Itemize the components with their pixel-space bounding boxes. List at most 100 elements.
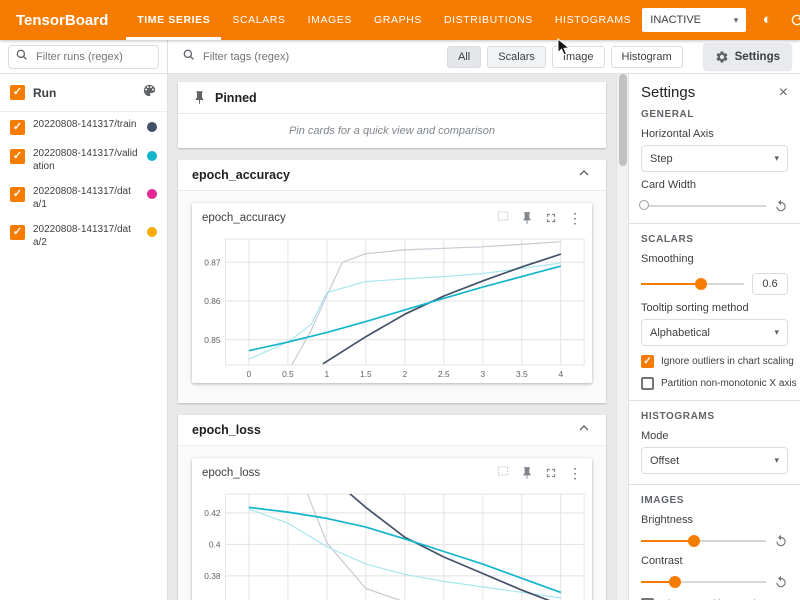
pin-icon[interactable]	[520, 211, 534, 225]
scalars-heading: SCALARS	[641, 234, 788, 245]
status-dropdown[interactable]: INACTIVE ▾	[642, 8, 746, 32]
run-item[interactable]: ✓ 20220808-141317/data/1	[0, 179, 167, 217]
chevron-down-icon: ▾	[774, 153, 779, 164]
refresh-icon[interactable]	[788, 11, 800, 29]
scrollbar-thumb[interactable]	[619, 74, 627, 166]
svg-text:0.87: 0.87	[204, 257, 221, 267]
filter-tags-box	[176, 45, 441, 69]
app-header: TensorBoard TIME SERIES SCALARS IMAGES G…	[0, 0, 800, 40]
partition-x-axis-label: Partition non-monotonic X axis	[661, 378, 797, 389]
run-color-dot	[147, 151, 157, 161]
smoothing-label: Smoothing	[641, 253, 788, 265]
run-color-dot	[147, 189, 157, 199]
chip-image[interactable]: Image	[552, 46, 605, 68]
palette-icon[interactable]	[142, 83, 157, 103]
horizontal-axis-value: Step	[650, 153, 673, 165]
search-icon	[15, 48, 28, 66]
run-item[interactable]: ✓ 20220808-141317/validation	[0, 141, 167, 179]
dashed-box-icon[interactable]	[496, 464, 510, 483]
tab-distributions[interactable]: DISTRIBUTIONS	[433, 0, 544, 40]
main-scrollbar[interactable]	[616, 74, 628, 600]
runs-header-label: Run	[33, 86, 142, 100]
tag-filter-chips: All Scalars Image Histogram	[447, 46, 683, 68]
app-title: TensorBoard	[0, 12, 126, 29]
run-checkbox[interactable]: ✓	[10, 120, 25, 135]
tab-time-series[interactable]: TIME SERIES	[126, 0, 221, 40]
svg-text:0.85: 0.85	[204, 335, 221, 345]
run-checkbox[interactable]: ✓	[10, 225, 25, 240]
more-options-icon[interactable]: ⋮	[568, 211, 582, 225]
select-all-runs-checkbox[interactable]: ✓	[10, 85, 25, 100]
smoothing-slider[interactable]	[641, 277, 744, 291]
run-item[interactable]: ✓ 20220808-141317/train	[0, 112, 167, 141]
run-checkbox[interactable]: ✓	[10, 187, 25, 202]
tab-scalars[interactable]: SCALARS	[221, 0, 296, 40]
ignore-outliers-checkbox[interactable]: ✓	[641, 355, 654, 368]
filter-runs-input[interactable]	[34, 50, 152, 64]
chip-all[interactable]: All	[447, 46, 481, 68]
smoothing-value-input[interactable]	[752, 273, 788, 295]
svg-text:2.5: 2.5	[438, 369, 450, 379]
runs-header-row: ✓ Run	[0, 74, 167, 112]
filter-runs-box	[8, 45, 159, 69]
theme-toggle-icon[interactable]: ◐	[758, 11, 776, 29]
chevron-down-icon: ▾	[774, 455, 779, 466]
chip-histogram[interactable]: Histogram	[611, 46, 683, 68]
fullscreen-icon[interactable]	[544, 211, 558, 225]
run-label: 20220808-141317/data/2	[33, 223, 139, 249]
main-content: Pinned Pin cards for a quick view and co…	[168, 74, 616, 600]
run-label: 20220808-141317/validation	[33, 147, 139, 173]
svg-text:0.38: 0.38	[204, 571, 221, 581]
general-heading: GENERAL	[641, 109, 788, 120]
section-header[interactable]: epoch_loss	[178, 415, 606, 446]
horizontal-axis-label: Horizontal Axis	[641, 128, 788, 140]
tab-graphs[interactable]: GRAPHS	[363, 0, 433, 40]
more-options-icon[interactable]: ⋮	[568, 466, 582, 480]
section-header[interactable]: epoch_accuracy	[178, 160, 606, 191]
close-icon[interactable]: ×	[779, 85, 788, 101]
svg-text:4: 4	[558, 369, 563, 379]
collapse-chevron-icon[interactable]	[576, 165, 592, 186]
settings-button-label: Settings	[735, 51, 780, 63]
card-width-slider[interactable]	[641, 199, 766, 213]
accuracy-line-chart: 00.511.522.533.540.850.860.87	[192, 233, 596, 383]
run-color-dot	[147, 122, 157, 132]
run-label: 20220808-141317/data/1	[33, 185, 139, 211]
runs-panel: ✓ Run ✓ 20220808-141317/train ✓ 20220808…	[0, 74, 168, 600]
contrast-slider[interactable]	[641, 575, 766, 589]
pin-icon[interactable]	[520, 466, 534, 480]
chevron-down-icon: ▾	[774, 327, 779, 338]
tooltip-sorting-select[interactable]: Alphabetical ▾	[641, 319, 788, 346]
reset-icon[interactable]	[774, 199, 788, 213]
svg-text:1: 1	[325, 369, 330, 379]
histogram-mode-label: Mode	[641, 430, 788, 442]
chip-scalars[interactable]: Scalars	[487, 46, 546, 68]
tooltip-sorting-value: Alphabetical	[650, 327, 710, 339]
reset-icon[interactable]	[774, 575, 788, 589]
horizontal-axis-select[interactable]: Step ▾	[641, 145, 788, 172]
run-item[interactable]: ✓ 20220808-141317/data/2	[0, 217, 167, 255]
run-checkbox[interactable]: ✓	[10, 149, 25, 164]
histogram-mode-select[interactable]: Offset ▾	[641, 447, 788, 474]
tab-images[interactable]: IMAGES	[297, 0, 363, 40]
settings-button[interactable]: Settings	[703, 43, 792, 70]
dashed-box-icon[interactable]	[496, 209, 510, 228]
loss-line-chart: 00.511.522.533.540.360.380.40.42	[192, 488, 596, 600]
svg-text:0.4: 0.4	[209, 539, 221, 549]
section-title: epoch_loss	[192, 423, 576, 437]
settings-panel: Settings × GENERAL Horizontal Axis Step …	[628, 74, 800, 600]
filter-tags-input[interactable]	[201, 50, 435, 64]
brightness-slider[interactable]	[641, 534, 766, 548]
histograms-heading: HISTOGRAMS	[641, 411, 788, 422]
tensorboard-app: TensorBoard TIME SERIES SCALARS IMAGES G…	[0, 0, 800, 600]
run-label: 20220808-141317/train	[33, 118, 139, 131]
tooltip-sorting-label: Tooltip sorting method	[641, 302, 788, 314]
collapse-chevron-icon[interactable]	[576, 420, 592, 441]
scalar-chart-card: epoch_loss ⋮ 00.511.522.533.540.360.380.…	[192, 458, 592, 600]
svg-text:1.5: 1.5	[360, 369, 372, 379]
reset-icon[interactable]	[774, 534, 788, 548]
top-nav: TIME SERIES SCALARS IMAGES GRAPHS DISTRI…	[126, 0, 642, 40]
tab-histograms[interactable]: HISTOGRAMS	[544, 0, 642, 40]
fullscreen-icon[interactable]	[544, 466, 558, 480]
partition-x-axis-checkbox[interactable]	[641, 377, 654, 390]
